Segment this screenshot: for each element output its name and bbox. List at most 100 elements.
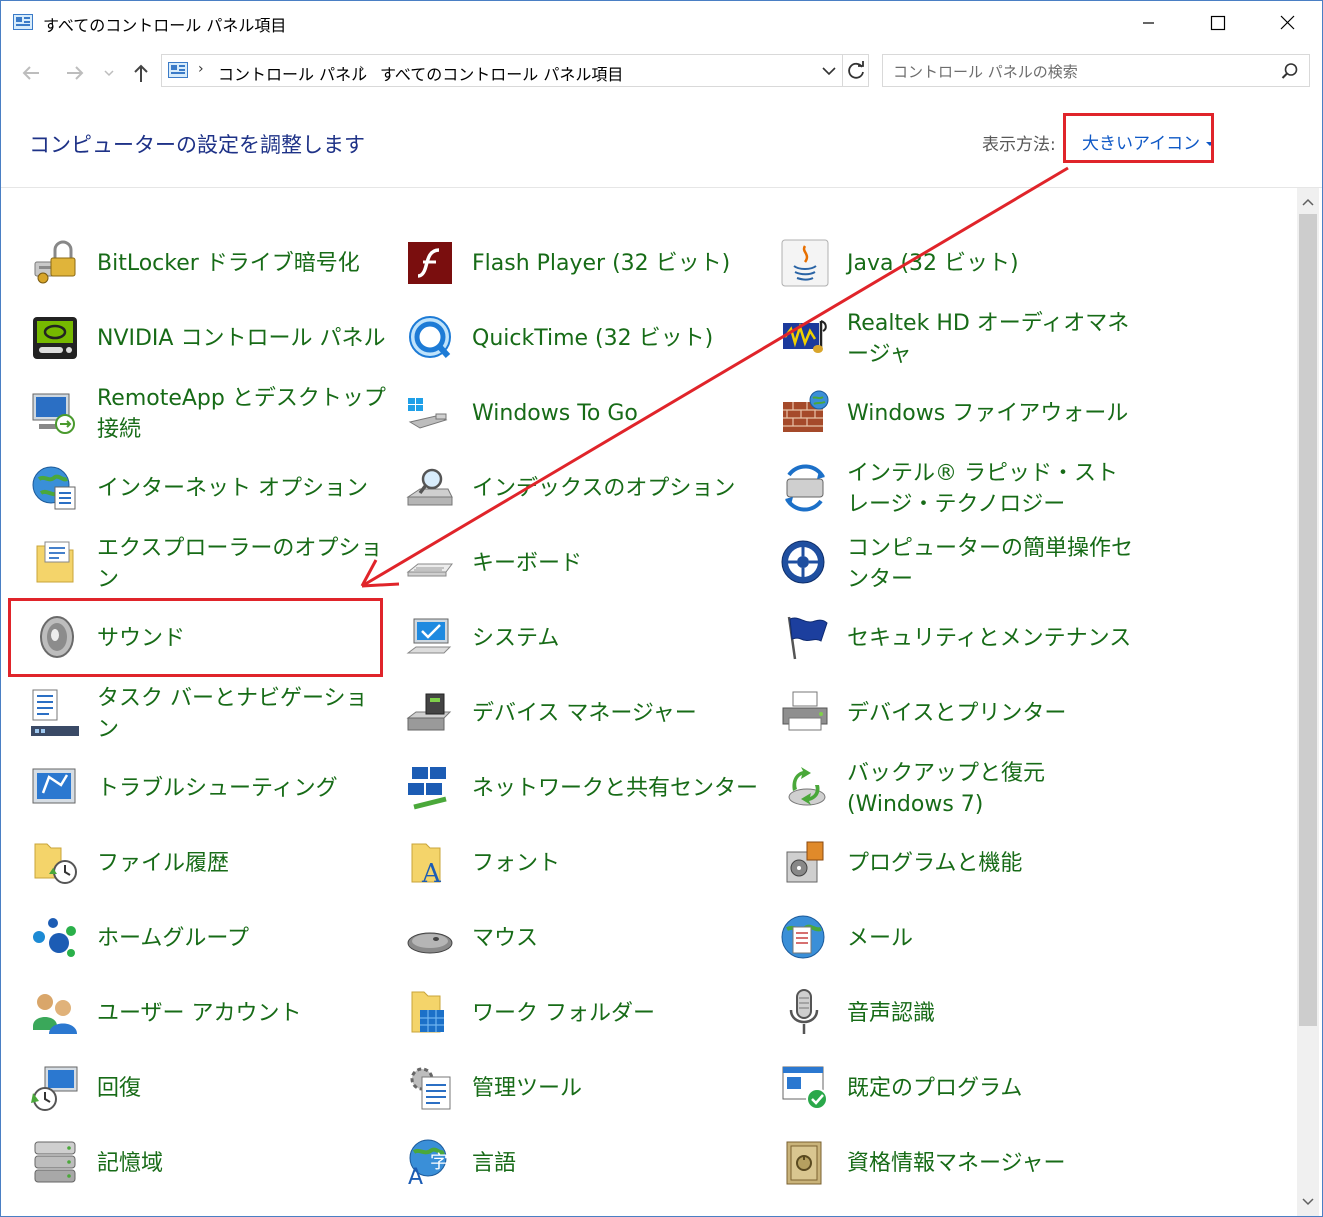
cp-item-label[interactable]: 管理ツール <box>472 1051 762 1126</box>
cp-item[interactable]: 管理ツール <box>406 1051 766 1121</box>
cp-item[interactable]: NVIDIA コントロール パネル <box>31 301 391 371</box>
cp-item-label[interactable]: エクスプローラーのオプション <box>97 526 387 601</box>
scroll-up-button[interactable] <box>1297 188 1319 216</box>
cp-item-label[interactable]: BitLocker ドライブ暗号化 <box>97 226 387 301</box>
cp-item-label[interactable]: バックアップと復元 (Windows 7) <box>847 751 1137 826</box>
cp-item-label[interactable]: 回復 <box>97 1051 387 1126</box>
breadcrumb-control-panel[interactable]: コントロール パネル <box>218 61 367 85</box>
forward-button[interactable] <box>63 61 87 85</box>
vertical-scrollbar[interactable] <box>1297 188 1319 1216</box>
cp-item[interactable]: Windows ファイアウォール <box>781 376 1141 446</box>
cp-item-label[interactable]: ワーク フォルダー <box>472 976 762 1051</box>
cp-item[interactable]: インテル® ラピッド・ストレージ・テクノロジー <box>781 451 1141 521</box>
search-input[interactable] <box>891 59 1275 84</box>
cp-item[interactable]: コンピューターの簡単操作センター <box>781 526 1141 596</box>
cp-item-label[interactable]: RemoteApp とデスクトップ接続 <box>97 376 387 451</box>
cp-item-label[interactable]: ファイル履歴 <box>97 826 387 901</box>
cp-item-label[interactable]: プログラムと機能 <box>847 826 1137 901</box>
cp-item[interactable]: ネットワークと共有センター <box>406 751 766 821</box>
cp-item[interactable]: A 字 言語 <box>406 1126 766 1196</box>
cp-item-label[interactable]: セキュリティとメンテナンス <box>847 601 1137 676</box>
breadcrumb-separator[interactable]: › <box>359 61 365 77</box>
cp-item[interactable]: インデックスのオプション <box>406 451 766 521</box>
cp-item-label[interactable]: タスク バーとナビゲーション <box>97 676 387 751</box>
cp-item[interactable]: ファイル履歴 <box>31 826 391 896</box>
cp-item[interactable]: 記憶域 <box>31 1126 391 1196</box>
cp-item[interactable]: RemoteApp とデスクトップ接続 <box>31 376 391 446</box>
cp-item[interactable]: 音声認識 <box>781 976 1141 1046</box>
cp-item[interactable]: セキュリティとメンテナンス <box>781 601 1141 671</box>
up-button[interactable] <box>129 61 153 85</box>
scrollbar-thumb[interactable] <box>1299 214 1317 1026</box>
cp-item-label[interactable]: デバイスとプリンター <box>847 676 1137 751</box>
cp-item[interactable]: Windows To Go <box>406 376 766 446</box>
cp-item-label[interactable]: 言語 <box>472 1126 762 1201</box>
cp-item-label[interactable]: デバイス マネージャー <box>472 676 762 751</box>
close-button[interactable] <box>1253 1 1321 45</box>
back-button[interactable] <box>19 61 43 85</box>
cp-item-label[interactable]: システム <box>472 601 762 676</box>
cp-item[interactable]: ホームグループ <box>31 901 391 971</box>
system-icon <box>406 618 452 654</box>
cp-item[interactable]: Flash Player (32 ビット) <box>406 226 766 296</box>
cp-item-label[interactable]: Java (32 ビット) <box>847 226 1137 301</box>
cp-item-label[interactable]: Flash Player (32 ビット) <box>472 226 762 301</box>
cp-item-label[interactable]: メール <box>847 901 1137 976</box>
cp-item[interactable]: QuickTime (32 ビット) <box>406 301 766 371</box>
refresh-button[interactable] <box>842 55 870 86</box>
cp-item[interactable]: エクスプローラーのオプション <box>31 526 391 596</box>
cp-item[interactable]: 資格情報マネージャー <box>781 1126 1141 1196</box>
cp-item-label[interactable]: マウス <box>472 901 762 976</box>
cp-item[interactable]: Realtek HD オーディオマネージャ <box>781 301 1141 371</box>
cp-item-label[interactable]: インテル® ラピッド・ストレージ・テクノロジー <box>847 451 1137 526</box>
cp-item[interactable]: インターネット オプション <box>31 451 391 521</box>
maximize-button[interactable] <box>1183 1 1251 45</box>
cp-item-label[interactable]: 既定のプログラム <box>847 1051 1137 1126</box>
address-dropdown-button[interactable] <box>817 55 841 86</box>
cp-item-label[interactable]: ホームグループ <box>97 901 387 976</box>
search-box[interactable] <box>882 54 1310 87</box>
cp-item[interactable]: A フォント <box>406 826 766 896</box>
cp-item[interactable]: タスク バーとナビゲーション <box>31 676 391 746</box>
cp-item[interactable]: Java (32 ビット) <box>781 226 1141 296</box>
cp-item[interactable]: プログラムと機能 <box>781 826 1141 896</box>
cp-item-label[interactable]: ユーザー アカウント <box>97 976 387 1051</box>
minimize-button[interactable] <box>1114 1 1182 45</box>
recent-locations-button[interactable] <box>101 61 117 85</box>
cp-item-label[interactable]: Realtek HD オーディオマネージャ <box>847 301 1137 376</box>
title-bar[interactable]: すべてのコントロール パネル項目 <box>1 1 1322 45</box>
cp-item[interactable]: マウス <box>406 901 766 971</box>
scroll-down-button[interactable] <box>1297 1188 1319 1216</box>
cp-item[interactable]: バックアップと復元 (Windows 7) <box>781 751 1141 821</box>
cp-item-label[interactable]: インデックスのオプション <box>472 451 762 526</box>
cp-item[interactable]: BitLocker ドライブ暗号化 <box>31 226 391 296</box>
cp-item-label[interactable]: 記憶域 <box>97 1126 387 1201</box>
cp-item-label[interactable]: フォント <box>472 826 762 901</box>
breadcrumb-separator[interactable]: › <box>198 61 204 77</box>
cp-item[interactable]: デバイス マネージャー <box>406 676 766 746</box>
cp-item-label[interactable]: ネットワークと共有センター <box>472 751 762 826</box>
cp-item-label[interactable]: NVIDIA コントロール パネル <box>97 301 387 376</box>
cp-item-label[interactable]: Windows ファイアウォール <box>847 376 1137 451</box>
cp-item-label[interactable]: インターネット オプション <box>97 451 387 526</box>
cp-item[interactable]: 既定のプログラム <box>781 1051 1141 1121</box>
cp-item-label[interactable]: QuickTime (32 ビット) <box>472 301 762 376</box>
cp-item-label[interactable]: トラブルシューティング <box>97 751 387 826</box>
address-bar[interactable]: › コントロール パネル › すべてのコントロール パネル項目 <box>161 54 869 87</box>
cp-item-label[interactable]: コンピューターの簡単操作センター <box>847 526 1137 601</box>
cp-item-label[interactable]: Windows To Go <box>472 376 762 451</box>
cp-item[interactable]: ユーザー アカウント <box>31 976 391 1046</box>
cp-item-label[interactable]: 資格情報マネージャー <box>847 1126 1137 1201</box>
cp-item[interactable]: システム <box>406 601 766 671</box>
cp-item[interactable]: 回復 <box>31 1051 391 1121</box>
cp-item-label[interactable]: キーボード <box>472 526 762 601</box>
chevron-down-icon <box>822 67 836 76</box>
cp-item[interactable]: キーボード <box>406 526 766 596</box>
cp-item[interactable]: メール <box>781 901 1141 971</box>
cp-item[interactable]: ワーク フォルダー <box>406 976 766 1046</box>
cp-item[interactable]: トラブルシューティング <box>31 751 391 821</box>
search-icon[interactable] <box>1281 62 1299 80</box>
breadcrumb-all-items[interactable]: すべてのコントロール パネル項目 <box>380 61 623 85</box>
cp-item-label[interactable]: 音声認識 <box>847 976 1137 1051</box>
cp-item[interactable]: デバイスとプリンター <box>781 676 1141 746</box>
